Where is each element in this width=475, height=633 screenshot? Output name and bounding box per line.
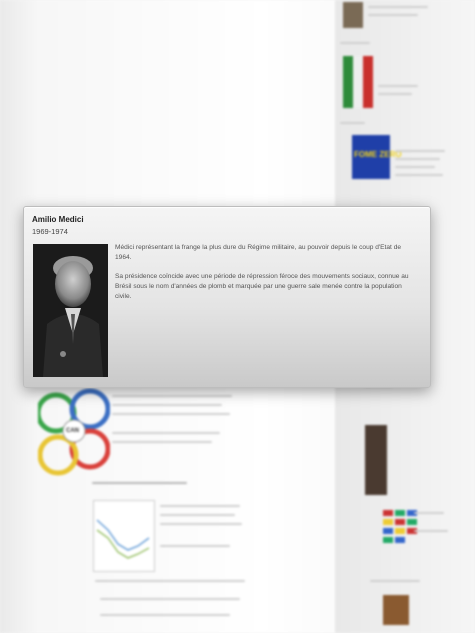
text-line	[340, 122, 365, 124]
popup-description: Médici représentant la frange la plus du…	[115, 243, 415, 311]
text-line	[100, 614, 230, 616]
chart-thumbnail-lines	[96, 519, 150, 559]
text-line	[395, 174, 443, 176]
text-line	[95, 580, 245, 582]
sidebar-thumbnail	[343, 56, 373, 108]
popup-dates: 1969-1974	[32, 227, 68, 236]
flag-icon	[395, 528, 405, 534]
flag-icon	[395, 510, 405, 516]
can-logo-text: CAN	[66, 428, 79, 434]
popup-paragraph-2: Sa présidence coïncide avec une période …	[115, 273, 409, 300]
sidebar-thumbnail	[383, 595, 409, 625]
flag-icon	[383, 519, 393, 525]
text-line	[370, 580, 420, 582]
text-line	[395, 150, 445, 152]
flag-icon	[383, 537, 393, 543]
text-line	[112, 441, 212, 443]
text-line	[368, 14, 418, 16]
flag-icon	[383, 510, 393, 516]
text-line	[160, 545, 230, 547]
portrait-photo	[33, 244, 108, 377]
flag-icon	[395, 537, 405, 543]
text-line	[112, 404, 222, 406]
sidebar-thumbnail	[343, 2, 363, 28]
popup-name: Amilio Medici	[32, 215, 84, 224]
text-line	[378, 85, 418, 87]
popup-paragraph-1: Médici représentant la frange la plus du…	[115, 244, 402, 261]
text-line	[112, 395, 232, 397]
text-line	[160, 514, 235, 516]
text-line	[395, 166, 435, 168]
text-line	[112, 432, 220, 434]
text-line	[92, 482, 187, 484]
text-line	[414, 530, 448, 532]
text-line	[395, 158, 440, 160]
flag-icon	[395, 519, 405, 525]
text-line	[100, 598, 240, 600]
text-line	[368, 6, 428, 8]
text-line	[160, 523, 242, 525]
flag-icon	[383, 528, 393, 534]
text-line	[340, 42, 370, 44]
flag-icon	[407, 519, 417, 525]
text-line	[112, 413, 230, 415]
text-line	[378, 93, 412, 95]
text-line	[160, 505, 240, 507]
text-line	[414, 512, 444, 514]
sidebar-thumbnail	[365, 425, 387, 495]
biography-popup: Amilio Medici 1969-1974 Médici représent…	[23, 206, 431, 388]
